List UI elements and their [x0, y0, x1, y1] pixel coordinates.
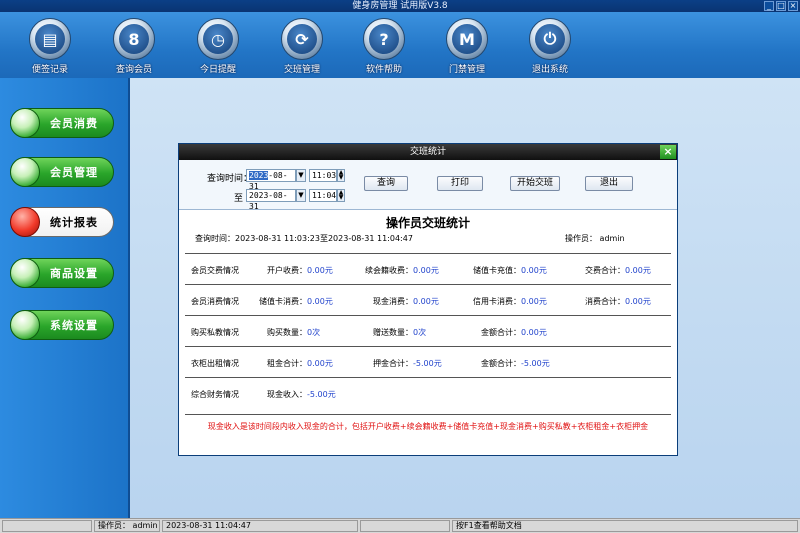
member-search-icon: 8 — [119, 24, 149, 54]
nav-system-settings[interactable]: 系统设置 — [10, 310, 114, 340]
nav-goods-settings[interactable]: 商品设置 — [10, 258, 114, 288]
clock-icon: ◷ — [203, 24, 233, 54]
report-body: 操作员交班统计 查询时间：2023-08-31 11:03:23至2023-08… — [179, 214, 677, 432]
shift-stats-dialog: 交班统计 × 查询时间： 2023-08-31 ▼ 11:03 ▲ ▼ 至 202… — [178, 143, 678, 456]
notepad-icon: ▤ — [35, 24, 65, 54]
green-ball-icon — [10, 310, 40, 340]
table-row: 衣柜出租情况 租金合计：0.00元 押金合计：-5.00元 金额合计：-5.00… — [185, 346, 671, 377]
power-icon: ⏻ — [535, 24, 565, 54]
status-blank-2 — [360, 520, 450, 532]
end-time-spinner[interactable]: ▲ ▼ — [337, 189, 345, 202]
nav-member-consume[interactable]: 会员消费 — [10, 108, 114, 138]
report-title: 操作员交班统计 — [385, 216, 470, 230]
start-shift-button[interactable]: 开始交班 — [510, 176, 560, 191]
main-toolbar: ▤ 便签记录 8 查询会员 ◷ 今日提醒 ⟳ 交班管理 ? 软件帮助 M 门禁管… — [0, 12, 800, 78]
start-date-input[interactable]: 2023-08-31 — [246, 169, 296, 191]
query-button[interactable]: 查询 — [364, 176, 408, 191]
end-time-input[interactable]: 11:04 — [309, 189, 337, 202]
table-row: 会员消费情况 储值卡消费：0.00元 现金消费：0.00元 信用卡消费：0.00… — [185, 284, 671, 315]
exit-button[interactable]: 退出 — [585, 176, 633, 191]
help-icon: ? — [369, 24, 399, 54]
status-bar: 操作员： admin 2023-08-31 11:04:47 按F1查看帮助文档 — [0, 518, 800, 533]
red-ball-icon — [10, 207, 40, 237]
table-row: 综合财务情况 现金收入：-5.00元 — [185, 377, 671, 408]
toolbar-reminder-button[interactable]: ◷ 今日提醒 — [183, 18, 253, 75]
toolbar-exit-button[interactable]: ⏻ 退出系统 — [515, 18, 585, 75]
toolbar-help-button[interactable]: ? 软件帮助 — [349, 18, 419, 75]
print-button[interactable]: 打印 — [437, 176, 483, 191]
report-note: 现金收入是该时间段内收入现金的合计，包括开户收费+续会籍收费+储值卡充值+现金消… — [185, 414, 671, 432]
toolbar-member-query-button[interactable]: 8 查询会员 — [99, 18, 169, 75]
report-period: 查询时间：2023-08-31 11:03:23至2023-08-31 11:0… — [195, 234, 413, 243]
start-time-spinner[interactable]: ▲ ▼ — [337, 169, 345, 182]
left-nav: 会员消费 会员管理 统计报表 商品设置 系统设置 — [0, 78, 128, 518]
nav-reports[interactable]: 统计报表 — [10, 207, 114, 237]
end-date-input[interactable]: 2023-08-31 — [246, 189, 296, 211]
toolbar-shift-button[interactable]: ⟳ 交班管理 — [267, 18, 337, 75]
to-label: 至 — [234, 194, 244, 204]
dialog-close-button[interactable]: × — [660, 145, 676, 159]
status-blank — [2, 520, 92, 532]
green-ball-icon — [10, 258, 40, 288]
nav-member-manage[interactable]: 会员管理 — [10, 157, 114, 187]
report-operator: 操作员： admin — [565, 234, 625, 243]
green-ball-icon — [10, 108, 40, 138]
close-window-button[interactable]: × — [788, 1, 798, 11]
title-bar: 健身房管理 试用版V3.8 _ □ × — [0, 0, 800, 12]
start-date-dropdown[interactable]: ▼ — [296, 169, 306, 182]
table-row: 购买私教情况 购买数量：0次 赠送数量：0次 金额合计：0.00元 — [185, 315, 671, 346]
toolbar-notes-button[interactable]: ▤ 便签记录 — [15, 18, 85, 75]
table-row: 会员交费情况 开户收费：0.00元 续会籍收费：0.00元 储值卡充值：0.00… — [185, 253, 671, 284]
window-title: 健身房管理 试用版V3.8 — [352, 1, 448, 11]
maximize-button[interactable]: □ — [776, 1, 786, 11]
status-help: 按F1查看帮助文档 — [452, 520, 798, 532]
dialog-title: 交班统计 — [409, 147, 446, 157]
m-icon: M — [452, 24, 482, 54]
status-operator: 操作员： admin — [94, 520, 160, 532]
end-date-dropdown[interactable]: ▼ — [296, 189, 306, 202]
green-ball-icon — [10, 157, 40, 187]
minimize-button[interactable]: _ — [764, 1, 774, 11]
status-datetime: 2023-08-31 11:04:47 — [162, 520, 358, 532]
refresh-icon: ⟳ — [287, 24, 317, 54]
start-time-input[interactable]: 11:03 — [309, 169, 337, 182]
filter-area: 查询时间： 2023-08-31 ▼ 11:03 ▲ ▼ 至 2023-08-31… — [179, 160, 677, 211]
dialog-titlebar: 交班统计 × — [179, 144, 677, 160]
toolbar-access-button[interactable]: M 门禁管理 — [432, 18, 502, 75]
report-meta: 查询时间：2023-08-31 11:03:23至2023-08-31 11:0… — [185, 231, 671, 245]
